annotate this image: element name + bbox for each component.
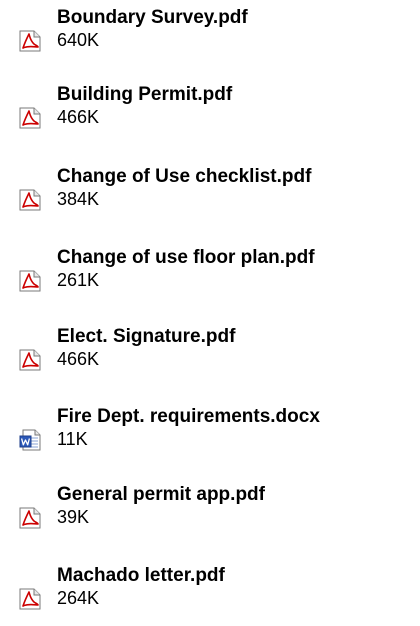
file-size: 264K (57, 588, 100, 608)
pdf-icon (19, 30, 41, 52)
pdf-icon (19, 189, 41, 211)
file-size: 384K (57, 189, 100, 209)
file-size: 261K (57, 270, 100, 290)
file-size: 11K (57, 429, 88, 449)
word-icon (19, 429, 41, 451)
file-name[interactable]: Change of Use checklist.pdf (57, 166, 311, 188)
file-item-boundary-survey[interactable]: Boundary Survey.pdf 640K (0, 7, 420, 68)
file-item-general-permit-app[interactable]: General permit app.pdf 39K (0, 484, 420, 545)
file-name[interactable]: Fire Dept. requirements.docx (57, 406, 320, 428)
pdf-icon (19, 507, 41, 529)
file-name[interactable]: Machado letter.pdf (57, 565, 225, 587)
file-list: Boundary Survey.pdf 640K Building Permit… (0, 0, 420, 619)
pdf-icon (19, 270, 41, 292)
file-name[interactable]: Change of use floor plan.pdf (57, 247, 315, 269)
pdf-icon (19, 107, 41, 129)
file-name[interactable]: Building Permit.pdf (57, 84, 232, 106)
file-name[interactable]: Elect. Signature.pdf (57, 326, 235, 348)
file-size: 640K (57, 30, 100, 50)
file-item-elect-signature[interactable]: Elect. Signature.pdf 466K (0, 326, 420, 387)
file-name[interactable]: General permit app.pdf (57, 484, 265, 506)
file-size: 466K (57, 107, 100, 127)
file-size: 466K (57, 349, 100, 369)
file-size: 39K (57, 507, 90, 527)
file-name[interactable]: Boundary Survey.pdf (57, 7, 248, 29)
pdf-icon (19, 588, 41, 610)
pdf-icon (19, 349, 41, 371)
file-item-machado-letter[interactable]: Machado letter.pdf 264K (0, 565, 420, 626)
file-item-change-of-use-checklist[interactable]: Change of Use checklist.pdf 384K (0, 166, 420, 227)
file-item-change-of-use-floor-plan[interactable]: Change of use floor plan.pdf 261K (0, 247, 420, 308)
file-item-building-permit[interactable]: Building Permit.pdf 466K (0, 84, 420, 145)
file-item-fire-dept-requirements[interactable]: Fire Dept. requirements.docx 11K (0, 406, 420, 467)
